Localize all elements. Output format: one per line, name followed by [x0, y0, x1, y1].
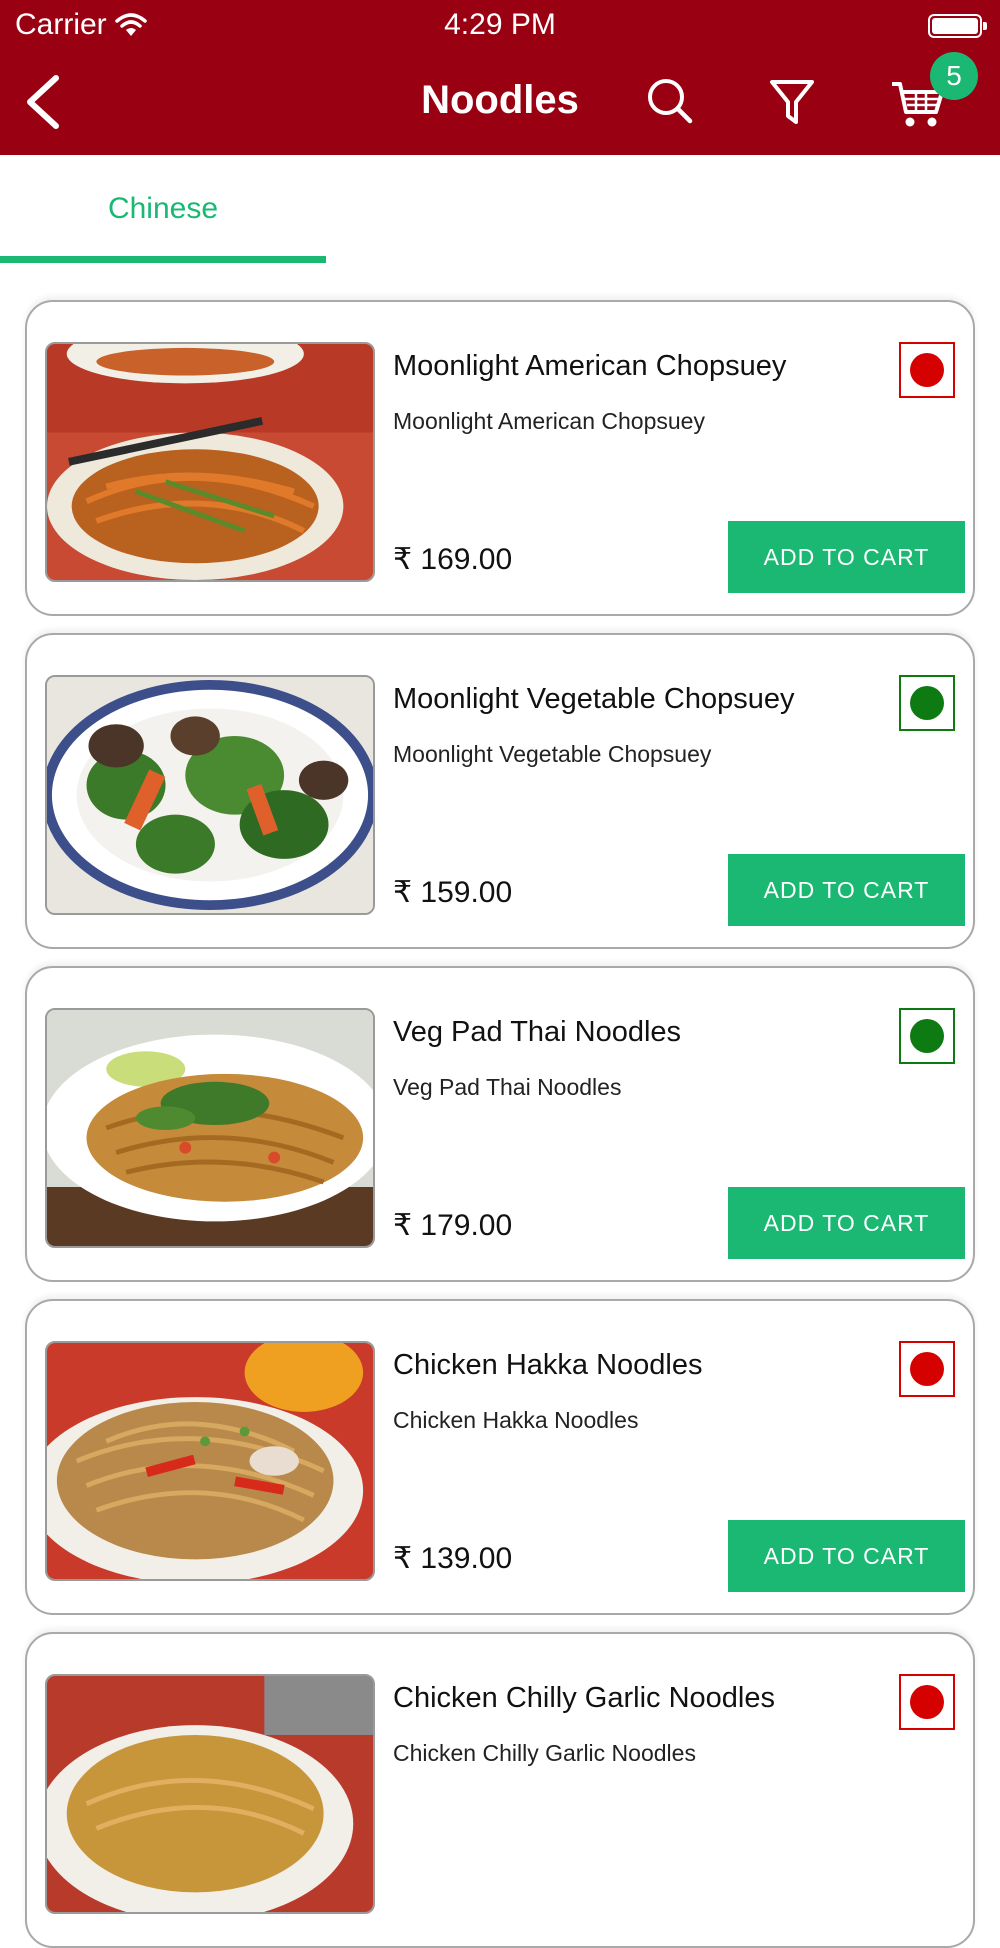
product-card: Chicken Chilly Garlic Noodles Chicken Ch… — [25, 1632, 975, 1948]
product-image — [45, 1674, 375, 1914]
product-card: Veg Pad Thai Noodles Veg Pad Thai Noodle… — [25, 966, 975, 1282]
product-name: Chicken Hakka Noodles — [393, 1349, 703, 1381]
nav-bar: Noodles — [0, 50, 1000, 155]
category-tabs: Chinese — [0, 155, 1000, 265]
search-icon — [648, 79, 693, 124]
product-description: Moonlight Vegetable Chopsuey — [393, 741, 712, 767]
product-card: Moonlight Vegetable Chopsuey Moonlight V… — [25, 633, 975, 949]
product-price: ₹ 169.00 — [393, 543, 513, 576]
nonveg-indicator — [899, 342, 955, 398]
add-to-cart-button[interactable]: ADD TO CART — [728, 1187, 965, 1259]
product-name: Veg Pad Thai Noodles — [393, 1016, 682, 1048]
product-name: Moonlight American Chopsuey — [393, 350, 787, 382]
page-title: Noodles — [421, 78, 579, 122]
product-description: Veg Pad Thai Noodles — [393, 1074, 622, 1100]
product-image — [45, 342, 375, 582]
product-image — [45, 675, 375, 915]
noodle-photo — [47, 1676, 373, 1912]
product-price: ₹ 179.00 — [393, 1209, 513, 1242]
nonveg-indicator — [899, 1674, 955, 1730]
veg-indicator — [899, 675, 955, 731]
product-image — [45, 1341, 375, 1581]
back-chevron-icon — [27, 75, 59, 129]
nonveg-dot-icon — [910, 1352, 944, 1386]
noodle-photo — [47, 677, 373, 913]
nonveg-dot-icon — [910, 1685, 944, 1719]
product-description: Chicken Hakka Noodles — [393, 1407, 639, 1433]
filter-icon — [770, 80, 814, 124]
noodle-photo — [47, 1343, 373, 1579]
battery-icon — [928, 14, 987, 38]
product-description: Chicken Chilly Garlic Noodles — [393, 1740, 696, 1766]
nonveg-indicator — [899, 1341, 955, 1397]
tab-active-indicator — [0, 256, 326, 263]
tab-chinese[interactable]: Chinese — [0, 155, 326, 265]
product-card: Moonlight American Chopsuey Moonlight Am… — [25, 300, 975, 616]
back-button[interactable] — [20, 72, 70, 132]
add-to-cart-button[interactable]: ADD TO CART — [728, 521, 965, 593]
search-button[interactable] — [640, 72, 700, 132]
product-name: Chicken Chilly Garlic Noodles — [393, 1682, 775, 1714]
nonveg-dot-icon — [910, 353, 944, 387]
product-price: ₹ 159.00 — [393, 876, 513, 909]
product-price: ₹ 139.00 — [393, 1542, 513, 1575]
veg-dot-icon — [910, 1019, 944, 1053]
noodle-photo — [47, 1010, 373, 1246]
status-time: 4:29 PM — [444, 8, 556, 41]
noodle-photo — [47, 344, 373, 580]
status-bar: Carrier 4:29 PM — [0, 0, 1000, 50]
tab-label: Chinese — [107, 192, 219, 225]
product-image — [45, 1008, 375, 1248]
product-name: Moonlight Vegetable Chopsuey — [393, 683, 795, 715]
add-to-cart-button[interactable]: ADD TO CART — [728, 854, 965, 926]
app-header: Carrier 4:29 PM Noodles 5 — [0, 0, 1000, 155]
add-to-cart-button[interactable]: ADD TO CART — [728, 1520, 965, 1592]
product-card: Chicken Hakka Noodles Chicken Hakka Nood… — [25, 1299, 975, 1615]
veg-indicator — [899, 1008, 955, 1064]
product-description: Moonlight American Chopsuey — [393, 408, 705, 434]
cart-count-badge: 5 — [930, 52, 978, 100]
filter-button[interactable] — [762, 72, 822, 132]
veg-dot-icon — [910, 686, 944, 720]
